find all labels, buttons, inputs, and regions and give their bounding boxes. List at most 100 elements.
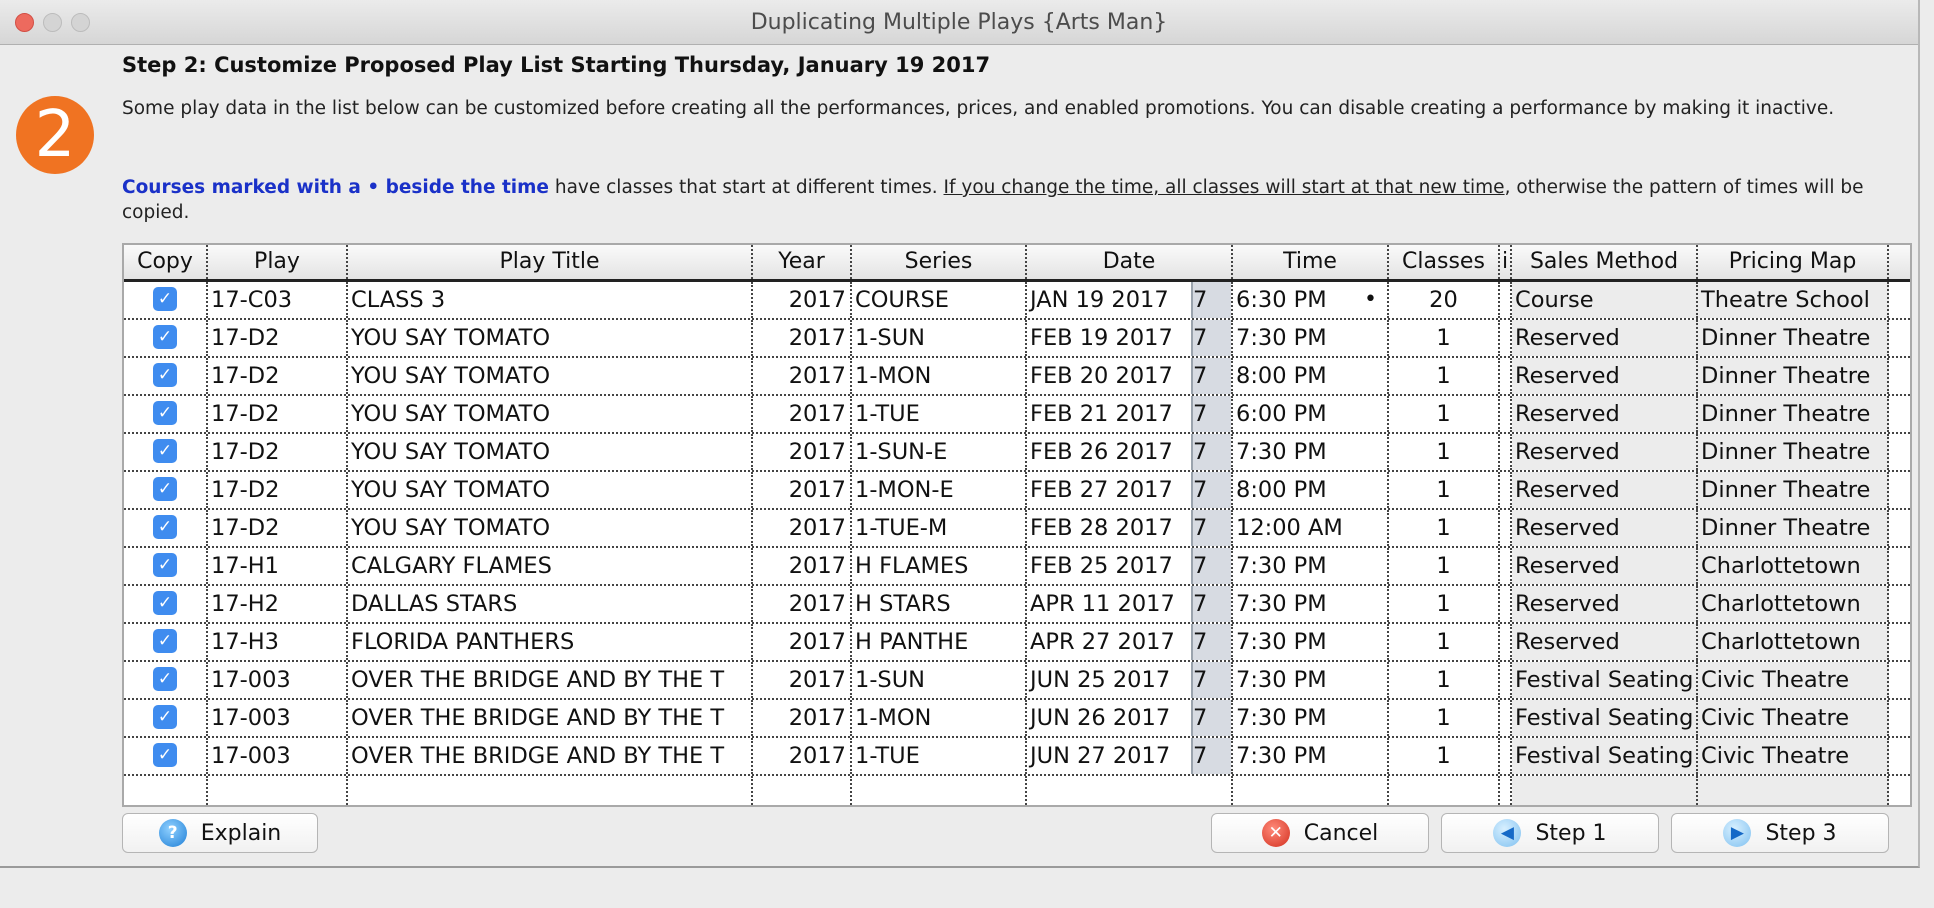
sales-method-cell[interactable]: Reserved [1512,586,1698,622]
date-cell[interactable]: FEB 19 2017 7 [1027,320,1233,356]
pricing-map-cell[interactable]: Theatre School [1698,282,1889,318]
play-code-cell[interactable]: 17-H3 [208,624,348,660]
sales-method-cell[interactable]: Reserved [1512,472,1698,508]
table-row[interactable]: ✓ 17-C03 CLASS 3 2017 COURSE JAN 19 2017 7 6:30… [124,282,1910,320]
sales-method-cell[interactable]: Reserved [1512,320,1698,356]
year-cell[interactable]: 2017 [753,624,852,660]
play-code-cell[interactable]: 17-C03 [208,282,348,318]
series-cell[interactable]: 1-MON-E [852,472,1027,508]
date-cell[interactable]: JUN 26 2017 7 [1027,700,1233,736]
table-row[interactable]: ✓ 17-D2 YOU SAY TOMATO 2017 1-MON-E FEB 27 20… [124,472,1910,510]
column-header-classes[interactable]: Classes [1389,245,1500,279]
copy-checkbox[interactable]: ✓ [153,515,177,539]
sales-method-cell[interactable]: Reserved [1512,396,1698,432]
table-row[interactable]: ✓ 17-H3 FLORIDA PANTHERS 2017 H PANTHE APR 27… [124,624,1910,662]
time-cell[interactable]: 7:30 PM [1233,738,1389,774]
time-cell[interactable]: 6:30 PM • [1233,282,1389,318]
calendar-picker-button[interactable]: 7 [1191,586,1231,622]
play-title-cell[interactable]: CALGARY FLAMES [348,548,753,584]
play-title-cell[interactable]: YOU SAY TOMATO [348,472,753,508]
classes-cell[interactable]: 1 [1389,624,1500,660]
pricing-map-cell[interactable]: Dinner Theatre [1698,320,1889,356]
pricing-map-cell[interactable]: Civic Theatre [1698,738,1889,774]
step-1-button[interactable]: ◀ Step 1 [1441,813,1659,853]
calendar-picker-button[interactable]: 7 [1191,358,1231,394]
time-cell[interactable]: 7:30 PM [1233,700,1389,736]
pricing-map-cell[interactable]: Dinner Theatre [1698,510,1889,546]
date-cell[interactable]: FEB 28 2017 7 [1027,510,1233,546]
series-cell[interactable]: H FLAMES [852,548,1027,584]
year-cell[interactable]: 2017 [753,320,852,356]
classes-cell[interactable]: 1 [1389,472,1500,508]
series-cell[interactable]: 1-TUE [852,738,1027,774]
column-header-date[interactable]: Date [1027,245,1233,279]
series-cell[interactable]: 1-TUE [852,396,1027,432]
pricing-map-cell[interactable]: Dinner Theatre [1698,358,1889,394]
play-code-cell[interactable]: 17-H1 [208,548,348,584]
play-title-cell[interactable]: DALLAS STARS [348,586,753,622]
classes-cell[interactable]: 1 [1389,662,1500,698]
sales-method-cell[interactable]: Reserved [1512,358,1698,394]
sales-method-cell[interactable]: Reserved [1512,434,1698,470]
year-cell[interactable]: 2017 [753,738,852,774]
play-title-cell[interactable]: YOU SAY TOMATO [348,434,753,470]
calendar-picker-button[interactable]: 7 [1191,472,1231,508]
pricing-map-cell[interactable]: Charlottetown [1698,548,1889,584]
time-cell[interactable]: 7:30 PM [1233,586,1389,622]
explain-button[interactable]: ? Explain [122,813,318,853]
pricing-map-cell[interactable]: Civic Theatre [1698,662,1889,698]
time-cell[interactable]: 7:30 PM [1233,662,1389,698]
year-cell[interactable]: 2017 [753,548,852,584]
table-row[interactable]: ✓ 17-003 OVER THE BRIDGE AND BY THE T 2017 1… [124,662,1910,700]
table-row[interactable]: ✓ 17-D2 YOU SAY TOMATO 2017 1-SUN-E FEB 26 20… [124,434,1910,472]
sales-method-cell[interactable]: Reserved [1512,510,1698,546]
copy-checkbox[interactable]: ✓ [153,287,177,311]
calendar-picker-button[interactable]: 7 [1191,320,1231,356]
cancel-button[interactable]: ✕ Cancel [1211,813,1429,853]
series-cell[interactable]: H PANTHE [852,624,1027,660]
table-row[interactable]: ✓ 17-H1 CALGARY FLAMES 2017 H FLAMES FEB 25 2… [124,548,1910,586]
year-cell[interactable]: 2017 [753,358,852,394]
calendar-picker-button[interactable]: 7 [1191,738,1231,774]
year-cell[interactable]: 2017 [753,472,852,508]
play-code-cell[interactable]: 17-D2 [208,434,348,470]
table-row[interactable]: ✓ 17-003 OVER THE BRIDGE AND BY THE T 2017 1… [124,700,1910,738]
series-cell[interactable]: 1-SUN-E [852,434,1027,470]
play-code-cell[interactable]: 17-003 [208,662,348,698]
play-code-cell[interactable]: 17-D2 [208,320,348,356]
table-row[interactable]: ✓ 17-D2 YOU SAY TOMATO 2017 1-TUE FEB 21 2017… [124,396,1910,434]
calendar-picker-button[interactable]: 7 [1191,282,1231,318]
copy-checkbox[interactable]: ✓ [153,743,177,767]
play-code-cell[interactable]: 17-D2 [208,396,348,432]
year-cell[interactable]: 2017 [753,700,852,736]
calendar-picker-button[interactable]: 7 [1191,548,1231,584]
sales-method-cell[interactable]: Festival Seating [1512,662,1698,698]
play-title-cell[interactable]: FLORIDA PANTHERS [348,624,753,660]
copy-checkbox[interactable]: ✓ [153,439,177,463]
classes-cell[interactable]: 1 [1389,396,1500,432]
series-cell[interactable]: 1-MON [852,700,1027,736]
copy-checkbox[interactable]: ✓ [153,477,177,501]
calendar-picker-button[interactable]: 7 [1191,510,1231,546]
date-cell[interactable]: FEB 21 2017 7 [1027,396,1233,432]
table-row[interactable]: ✓ 17-D2 YOU SAY TOMATO 2017 1-SUN FEB 19 2017… [124,320,1910,358]
classes-cell[interactable]: 1 [1389,320,1500,356]
column-header-play[interactable]: Play [208,245,348,279]
classes-cell[interactable]: 1 [1389,358,1500,394]
column-header-play-title[interactable]: Play Title [348,245,753,279]
time-cell[interactable]: 7:30 PM [1233,624,1389,660]
table-row[interactable]: ✓ 17-D2 YOU SAY TOMATO 2017 1-TUE-M FEB 28 20… [124,510,1910,548]
play-code-cell[interactable]: 17-H2 [208,586,348,622]
play-title-cell[interactable]: OVER THE BRIDGE AND BY THE T [348,700,753,736]
pricing-map-cell[interactable]: Dinner Theatre [1698,396,1889,432]
pricing-map-cell[interactable]: Charlottetown [1698,624,1889,660]
calendar-picker-button[interactable]: 7 [1191,434,1231,470]
copy-checkbox[interactable]: ✓ [153,325,177,349]
year-cell[interactable]: 2017 [753,396,852,432]
play-title-cell[interactable]: YOU SAY TOMATO [348,510,753,546]
column-header-i[interactable]: i [1500,245,1512,279]
copy-checkbox[interactable]: ✓ [153,591,177,615]
series-cell[interactable]: COURSE [852,282,1027,318]
column-header-sales-method[interactable]: Sales Method [1512,245,1698,279]
calendar-picker-button[interactable]: 7 [1191,396,1231,432]
